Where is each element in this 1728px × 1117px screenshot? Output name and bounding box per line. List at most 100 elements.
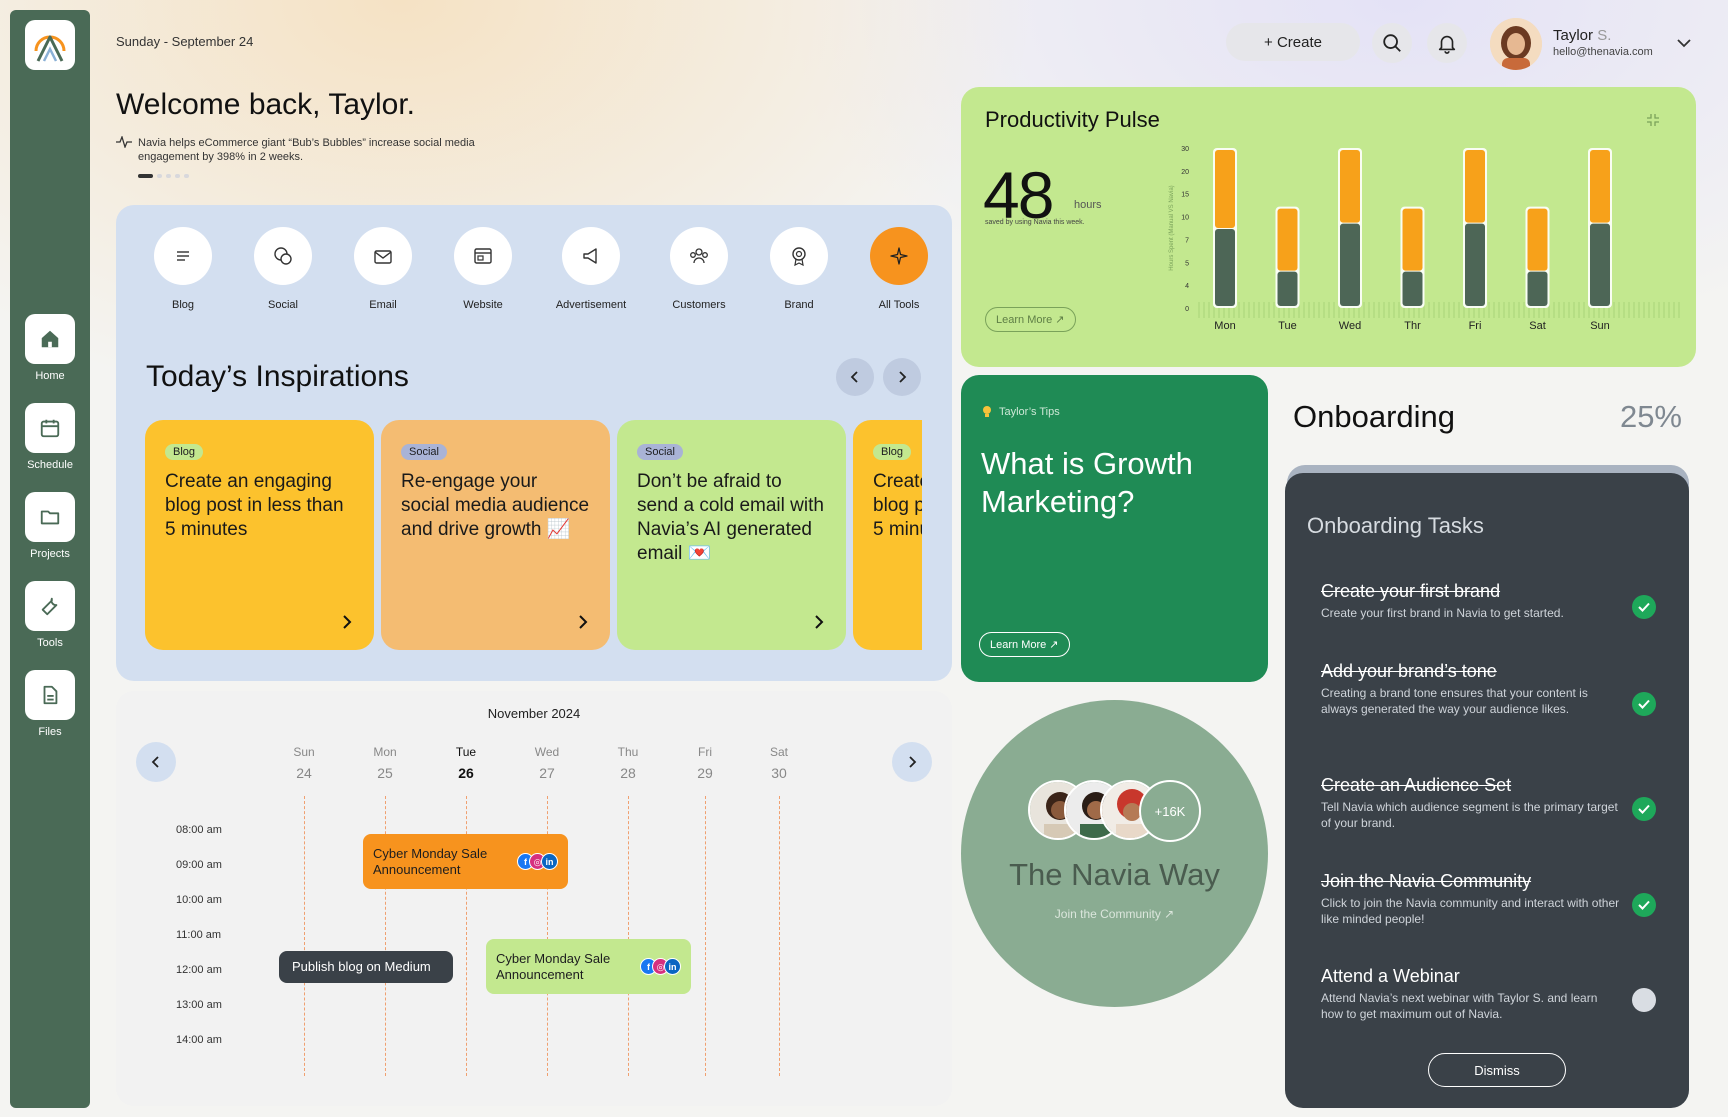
community-card[interactable]: +16K The Navia Way Join the Community ↗ bbox=[961, 700, 1268, 1007]
chevron-down-icon bbox=[1677, 39, 1691, 48]
x-tick-label: Wed bbox=[1339, 320, 1361, 332]
card-text: Create an engaging blog post in less tha… bbox=[873, 471, 922, 540]
calendar-day[interactable]: Sat 30 bbox=[749, 745, 809, 781]
onboarding-task[interactable]: Add your brand’s tone Creating a brand t… bbox=[1321, 661, 1621, 717]
create-button[interactable]: + Create bbox=[1226, 23, 1360, 61]
day-number: 27 bbox=[539, 765, 555, 781]
onboarding-task[interactable]: Create an Audience Set Tell Navia which … bbox=[1321, 775, 1621, 831]
inspiration-card[interactable]: Blog Create an engaging blog post in les… bbox=[145, 420, 374, 650]
account-menu-toggle[interactable] bbox=[1676, 36, 1692, 54]
news-pagination[interactable] bbox=[138, 174, 189, 178]
tool-website[interactable]: Website bbox=[433, 227, 533, 311]
pagination-dot[interactable] bbox=[175, 174, 180, 178]
current-date: Sunday - September 24 bbox=[116, 34, 254, 49]
sparkle-icon bbox=[890, 247, 908, 265]
time-label: 11:00 am bbox=[176, 929, 222, 941]
onboarding-task[interactable]: Attend a Webinar Attend Navia’s next web… bbox=[1321, 966, 1621, 1022]
home-icon bbox=[41, 330, 59, 348]
tool-brand[interactable]: Brand bbox=[749, 227, 849, 311]
calendar-next-button[interactable] bbox=[892, 742, 932, 782]
task-description: Creating a brand tone ensures that your … bbox=[1321, 686, 1588, 716]
dismiss-button[interactable]: Dismiss bbox=[1428, 1053, 1566, 1087]
browser-window-icon bbox=[474, 248, 492, 264]
calendar-event[interactable]: Cyber Monday Sale Announcement f ◎ in bbox=[486, 939, 691, 994]
chevron-left-icon bbox=[151, 756, 159, 768]
day-number: 30 bbox=[771, 765, 787, 781]
member-count: +16K bbox=[1139, 780, 1201, 842]
pagination-dot[interactable] bbox=[138, 174, 153, 178]
notifications-button[interactable] bbox=[1427, 23, 1467, 63]
sidebar-item-files[interactable]: Files bbox=[10, 670, 90, 738]
join-community-link[interactable]: Join the Community ↗ bbox=[961, 907, 1268, 921]
calendar-day[interactable]: Mon 25 bbox=[355, 745, 415, 781]
task-checkbox[interactable] bbox=[1632, 595, 1656, 619]
tool-label: Customers bbox=[672, 299, 726, 311]
tool-blog[interactable]: Blog bbox=[133, 227, 233, 311]
news-ticker: Navia helps eCommerce giant “Bub’s Bubbl… bbox=[116, 136, 496, 164]
task-description: Click to join the Navia community and in… bbox=[1321, 896, 1620, 926]
calendar-day[interactable]: Wed 27 bbox=[517, 745, 577, 781]
inspiration-card[interactable]: Social Don’t be afraid to send a cold em… bbox=[617, 420, 846, 650]
collapse-button[interactable] bbox=[1646, 113, 1660, 132]
calendar-event[interactable]: Publish blog on Medium bbox=[279, 951, 453, 983]
pagination-dot[interactable] bbox=[166, 174, 171, 178]
task-checkbox[interactable] bbox=[1632, 692, 1656, 716]
bar-manual-segment bbox=[1215, 229, 1235, 306]
task-checkbox[interactable] bbox=[1632, 893, 1656, 917]
onboarding-task[interactable]: Create your first brand Create your firs… bbox=[1321, 581, 1621, 621]
card-tag: Blog bbox=[873, 444, 912, 460]
sidebar-item-label: Home bbox=[35, 370, 65, 382]
calendar-day[interactable]: Fri 29 bbox=[675, 745, 735, 781]
search-button[interactable] bbox=[1372, 23, 1412, 63]
productivity-learn-more-button[interactable]: Learn More ↗ bbox=[985, 307, 1076, 332]
checkmark-icon bbox=[1638, 804, 1650, 814]
tool-social[interactable]: Social bbox=[233, 227, 333, 311]
checkmark-icon bbox=[1638, 602, 1650, 612]
chevron-left-icon bbox=[850, 371, 858, 383]
inspirations-carousel: Blog Create an engaging blog post in les… bbox=[145, 420, 922, 655]
pulse-icon bbox=[116, 136, 132, 148]
sidebar-item-projects[interactable]: Projects bbox=[10, 492, 90, 560]
tools-panel: Blog Social Email Website Advertisement … bbox=[116, 205, 952, 681]
day-number: 28 bbox=[620, 765, 636, 781]
time-label: 13:00 am bbox=[176, 999, 222, 1011]
tasks-title: Onboarding Tasks bbox=[1307, 513, 1484, 538]
inspiration-card[interactable]: Social Re-engage your social media audie… bbox=[381, 420, 610, 650]
tool-email[interactable]: Email bbox=[333, 227, 433, 311]
calendar-prev-button[interactable] bbox=[136, 742, 176, 782]
bar-navia-segment bbox=[1215, 150, 1235, 228]
avatar[interactable] bbox=[1490, 18, 1542, 70]
sidebar-item-tools[interactable]: Tools bbox=[10, 581, 90, 649]
inspiration-card[interactable]: Blog Create an engaging blog post in les… bbox=[853, 420, 922, 650]
tips-title: What is Growth Marketing? bbox=[981, 446, 1193, 519]
sidebar-item-home[interactable]: Home bbox=[10, 314, 90, 382]
bar-navia-segment bbox=[1402, 208, 1423, 271]
task-checkbox[interactable] bbox=[1632, 797, 1656, 821]
pagination-dot[interactable] bbox=[157, 174, 162, 178]
file-icon bbox=[43, 685, 58, 705]
tips-learn-more-button[interactable]: Learn More ↗ bbox=[979, 632, 1070, 657]
calendar-day[interactable]: Thu 28 bbox=[598, 745, 658, 781]
day-name: Mon bbox=[373, 745, 397, 759]
x-tick-label: Tue bbox=[1278, 320, 1297, 332]
onboarding-task[interactable]: Join the Navia Community Click to join t… bbox=[1321, 871, 1621, 927]
sidebar-item-schedule[interactable]: Schedule bbox=[10, 403, 90, 471]
chat-bubbles-icon bbox=[274, 247, 292, 265]
tool-customers[interactable]: Customers bbox=[649, 227, 749, 311]
calendar-day[interactable]: Sun 24 bbox=[274, 745, 334, 781]
inspirations-next-button[interactable] bbox=[883, 358, 921, 396]
calendar-event[interactable]: Cyber Monday Sale Announcement f ◎ in bbox=[363, 834, 568, 889]
task-description: Create your first brand in Navia to get … bbox=[1321, 606, 1564, 620]
social-platforms: f ◎ in bbox=[640, 958, 681, 975]
document-lines-icon bbox=[177, 251, 189, 261]
pagination-dot[interactable] bbox=[184, 174, 189, 178]
task-checkbox[interactable] bbox=[1632, 988, 1656, 1012]
tool-advertisement[interactable]: Advertisement bbox=[541, 227, 641, 311]
calendar-day-today[interactable]: Tue 26 bbox=[436, 745, 496, 781]
chevron-right-icon bbox=[579, 615, 588, 629]
tool-all-tools[interactable]: All Tools bbox=[849, 227, 949, 311]
lightbulb-icon bbox=[983, 406, 991, 417]
navia-logo[interactable] bbox=[25, 20, 75, 70]
inspirations-prev-button[interactable] bbox=[836, 358, 874, 396]
hours-unit: hours bbox=[1074, 199, 1102, 211]
